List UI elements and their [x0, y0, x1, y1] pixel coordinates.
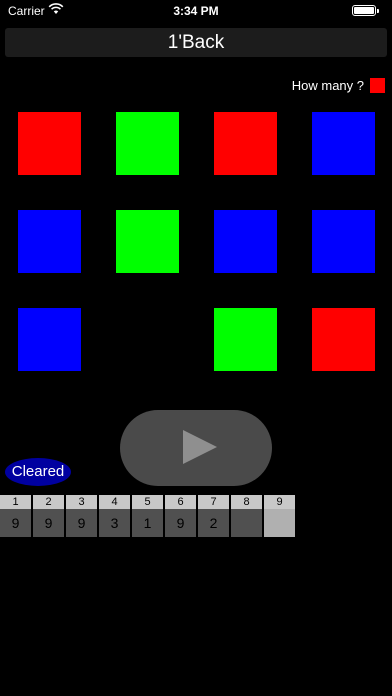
score-cell: 9 [165, 509, 197, 537]
score-header: 5 [132, 495, 164, 509]
score-cell: 2 [198, 509, 230, 537]
tile-12[interactable] [312, 308, 375, 371]
score-cell: 9 [0, 509, 32, 537]
score-cell: 9 [33, 509, 65, 537]
score-header: 9 [264, 495, 296, 509]
tile-8[interactable] [312, 210, 375, 273]
score-cell-current [264, 509, 296, 537]
score-cell: 9 [66, 509, 98, 537]
cleared-badge: Cleared [5, 458, 71, 486]
tile-7[interactable] [214, 210, 277, 273]
tile-4[interactable] [312, 112, 375, 175]
tile-1[interactable] [18, 112, 81, 175]
tile-9[interactable] [18, 308, 81, 371]
score-header: 1 [0, 495, 32, 509]
score-header: 6 [165, 495, 197, 509]
play-icon [183, 430, 217, 464]
clock-time: 3:34 PM [173, 4, 219, 18]
play-button[interactable] [120, 410, 272, 486]
tile-3[interactable] [214, 112, 277, 175]
status-bar: Carrier 3:34 PM [0, 0, 392, 22]
score-header: 4 [99, 495, 131, 509]
page-title: 1'Back [167, 32, 225, 53]
score-cell: 1 [132, 509, 164, 537]
how-many-prompt: How many ? [291, 78, 364, 93]
tile-10[interactable] [116, 308, 179, 371]
score-header: 8 [231, 495, 263, 509]
title-bar[interactable]: 1'Back [5, 28, 387, 57]
battery-icon [352, 5, 379, 16]
target-color-swatch [370, 78, 385, 93]
score-header: 3 [66, 495, 98, 509]
tile-6[interactable] [116, 210, 179, 273]
tile-2[interactable] [116, 112, 179, 175]
tile-5[interactable] [18, 210, 81, 273]
score-header: 2 [33, 495, 65, 509]
score-cell [231, 509, 263, 537]
score-cell: 3 [99, 509, 131, 537]
tile-11[interactable] [214, 308, 277, 371]
cleared-label: Cleared [11, 463, 65, 480]
score-header: 7 [198, 495, 230, 509]
